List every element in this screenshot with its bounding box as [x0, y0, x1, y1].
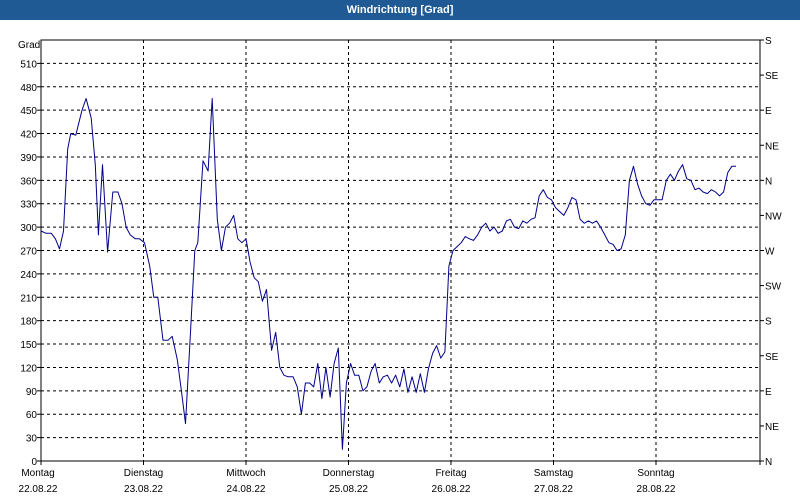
y-tick-label: 390	[20, 153, 37, 164]
y-tick-label: 510	[20, 59, 37, 70]
x-tick-date: 22.08.22	[19, 484, 58, 495]
y-tick-label: 210	[20, 293, 37, 304]
x-tick-day: Sonntag	[637, 468, 674, 479]
y-tick-label: 480	[20, 83, 37, 94]
y-tick-label: 330	[20, 200, 37, 211]
y-tick-label: 300	[20, 223, 37, 234]
y-tick-label: 30	[26, 434, 38, 445]
right-tick-label: SE	[765, 352, 779, 363]
y-tick-label: 360	[20, 176, 37, 187]
x-tick-date: 23.08.22	[124, 484, 163, 495]
right-tick-label: N	[765, 176, 772, 187]
y-axis-ticks: 0 30 60 90 120 150 180 210 240 270 300 330 360 390 420…	[20, 59, 41, 468]
x-tick-date: 26.08.22	[432, 484, 471, 495]
y-tick-label: 90	[26, 387, 38, 398]
y-tick-label: 0	[31, 457, 37, 468]
x-tick-date: 28.08.22	[637, 484, 676, 495]
y-tick-label: 450	[20, 106, 37, 117]
x-tick-date: 24.08.22	[227, 484, 266, 495]
right-tick-label: SW	[765, 282, 782, 293]
right-axis-ticks: N NE E SE S SW W NW N NE E SE S	[760, 36, 782, 468]
x-tick-day: Freitag	[435, 468, 466, 479]
y-tick-label: 240	[20, 270, 37, 281]
x-tick-date: 25.08.22	[329, 484, 368, 495]
y-tick-label: 120	[20, 363, 37, 374]
right-tick-label: SE	[765, 71, 779, 82]
right-tick-label: S	[765, 36, 772, 47]
right-tick-label: NW	[765, 211, 782, 222]
wind-direction-chart: 0 30 60 90 120 150 180 210 240 270 300 330 360 390 420…	[18, 36, 782, 495]
y-tick-label: 180	[20, 317, 37, 328]
x-tick-day: Samstag	[534, 468, 573, 479]
x-tick-date: 27.08.22	[534, 484, 573, 495]
x-tick-day: Montag	[21, 468, 54, 479]
x-tick-day: Mittwoch	[226, 468, 265, 479]
right-tick-label: S	[765, 317, 772, 328]
y-tick-label: 150	[20, 340, 37, 351]
right-tick-label: E	[765, 387, 772, 398]
right-tick-label: NE	[765, 422, 779, 433]
y-tick-label: 420	[20, 130, 37, 141]
x-axis-ticks: Montag 22.08.22 Dienstag 23.08.22 Mittwoch 24…	[19, 461, 761, 495]
right-tick-label: E	[765, 106, 772, 117]
right-tick-label: NE	[765, 141, 779, 152]
plot-area	[40, 39, 761, 462]
x-tick-day: Dienstag	[124, 468, 163, 479]
x-tick-day: Donnerstag	[323, 468, 375, 479]
right-tick-label: N	[765, 457, 772, 468]
y-axis-label: Grad	[18, 40, 40, 51]
right-tick-label: W	[765, 247, 775, 258]
y-tick-label: 270	[20, 247, 37, 258]
y-tick-label: 60	[26, 410, 38, 421]
